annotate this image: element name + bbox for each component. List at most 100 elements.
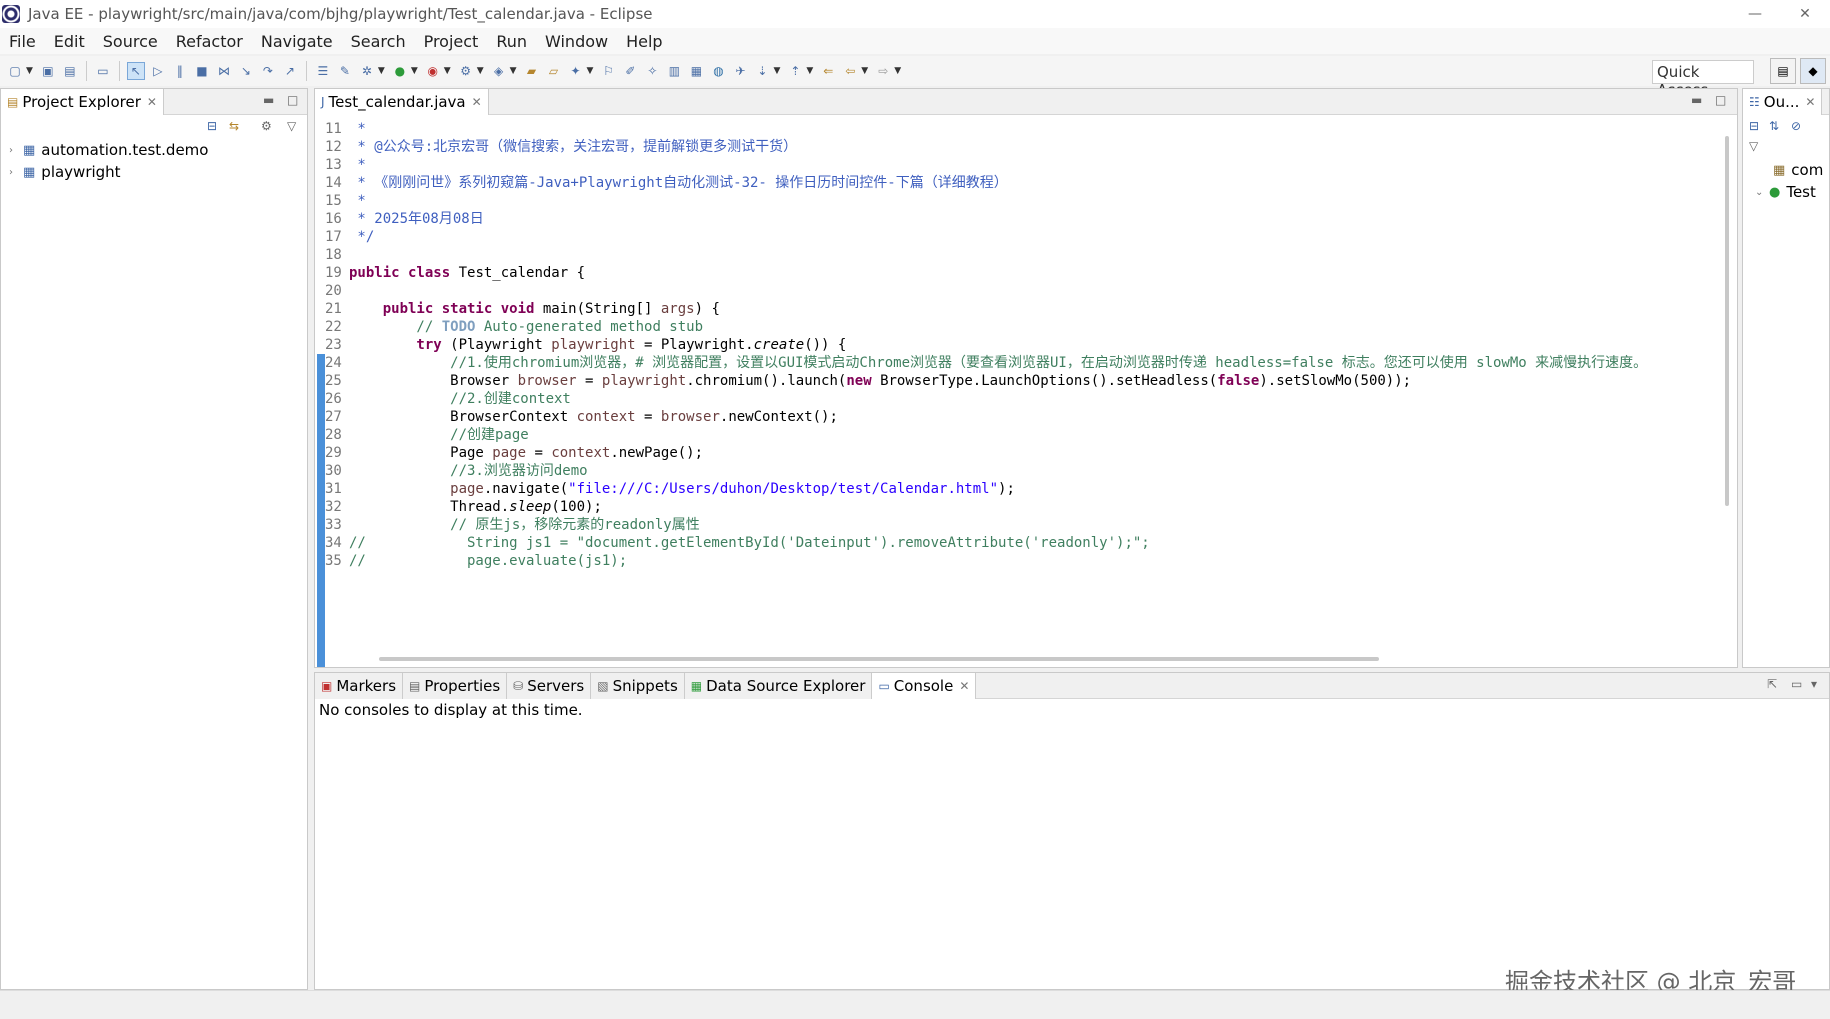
new-java-package-icon[interactable]: ◈	[490, 62, 508, 80]
menu-source[interactable]: Source	[94, 32, 167, 51]
outline-item-package[interactable]: ▦ com	[1743, 159, 1829, 181]
menu-search[interactable]: Search	[342, 32, 415, 51]
pin-console-icon[interactable]: ⇱	[1767, 677, 1777, 691]
step-into-icon[interactable]: ↘	[237, 62, 255, 80]
web-browser-icon[interactable]: ◍	[709, 62, 727, 80]
chevron-down-icon[interactable]: ▽	[1749, 139, 1758, 153]
menu-window[interactable]: Window	[536, 32, 617, 51]
toggle-mark-icon[interactable]: ✐	[621, 62, 639, 80]
tab-servers[interactable]: ⛁ Servers	[507, 672, 592, 699]
view-menu-icon[interactable]: ⚙	[261, 119, 272, 133]
menu-edit[interactable]: Edit	[45, 32, 94, 51]
outline-item-class[interactable]: ⌄ ● Test	[1743, 181, 1829, 203]
open-folder-icon[interactable]: ▱	[545, 62, 563, 80]
prev-annotation-icon[interactable]: ⇡	[786, 62, 804, 80]
forward-dropdown-icon[interactable]: ▼	[894, 66, 901, 76]
tab-console[interactable]: ▭ Console ✕	[872, 672, 977, 699]
forward-icon[interactable]: ⇨	[874, 62, 892, 80]
prev-annotation-dropdown-icon[interactable]: ▼	[806, 66, 813, 76]
tree-item-playwright[interactable]: › ▦ playwright	[1, 161, 307, 183]
new-dropdown-icon[interactable]: ▼	[26, 66, 33, 76]
search-dropdown-icon[interactable]: ▼	[587, 66, 594, 76]
step-return-icon[interactable]: ↗	[281, 62, 299, 80]
next-annotation-dropdown-icon[interactable]: ▼	[773, 66, 780, 76]
suspend-icon[interactable]: ‖	[171, 62, 189, 80]
show-whitespace-icon[interactable]: ▦	[687, 62, 705, 80]
sort-icon[interactable]: ⇅	[1769, 119, 1779, 133]
chevron-right-icon[interactable]: ›	[9, 145, 23, 156]
close-icon[interactable]: ✕	[147, 95, 157, 109]
menu-project[interactable]: Project	[415, 32, 488, 51]
run-icon[interactable]: ●	[391, 62, 409, 80]
terminate-icon[interactable]: ■	[193, 62, 211, 80]
tab-markers[interactable]: ▣ Markers	[315, 672, 404, 699]
vertical-scrollbar[interactable]	[1725, 136, 1729, 506]
menu-navigate[interactable]: Navigate	[252, 32, 342, 51]
disconnect-icon[interactable]: ⋈	[215, 62, 233, 80]
new-class-dropdown-icon[interactable]: ▼	[510, 66, 517, 76]
annotation-icon[interactable]: ⚐	[599, 62, 617, 80]
new-icon[interactable]: ▢	[6, 62, 24, 80]
tab-test-calendar-java[interactable]: J Test_calendar.java ✕	[315, 88, 489, 115]
tab-snippets[interactable]: ▧ Snippets	[591, 672, 685, 699]
open-console-icon[interactable]: ▭	[94, 62, 112, 80]
tab-project-explorer[interactable]: ▤ Project Explorer ✕	[1, 88, 164, 115]
code-editor[interactable]: 11 * 12 * @公众号:北京宏哥（微信搜索，关注宏哥，提前解锁更多测试干货…	[315, 116, 1737, 667]
collapse-all-icon[interactable]: ⊟	[207, 119, 217, 133]
last-edit-icon[interactable]: ⇐	[819, 62, 837, 80]
open-type-icon[interactable]: ▰	[523, 62, 541, 80]
tab-properties[interactable]: ▤ Properties	[403, 672, 508, 699]
chevron-down-icon[interactable]: ⌄	[1755, 187, 1769, 198]
menu-refactor[interactable]: Refactor	[167, 32, 252, 51]
chevron-down-icon[interactable]: ▽	[287, 119, 296, 133]
back-icon[interactable]: ⇦	[841, 62, 859, 80]
debug-icon[interactable]: ✲	[358, 62, 376, 80]
minimize-panel-icon[interactable]: ▬	[1691, 93, 1702, 107]
debug-dropdown-icon[interactable]: ▼	[378, 66, 385, 76]
external-tools-icon[interactable]: ⚙	[457, 62, 475, 80]
maximize-panel-icon[interactable]: □	[1715, 93, 1726, 107]
close-icon[interactable]: ✕	[959, 679, 969, 693]
resume-icon[interactable]: ▷	[149, 62, 167, 80]
step-over-icon[interactable]: ↷	[259, 62, 277, 80]
quick-access-input[interactable]: Quick Access	[1652, 60, 1754, 99]
minimize-panel-icon[interactable]: ▬	[263, 93, 274, 107]
tab-outline[interactable]: ☷ Ou... ✕	[1743, 88, 1823, 115]
save-all-icon[interactable]: ▤	[61, 62, 79, 80]
menu-run[interactable]: Run	[487, 32, 536, 51]
open-perspective-icon[interactable]: ▤	[1770, 58, 1796, 84]
java-ee-perspective-icon[interactable]: ◆	[1800, 58, 1826, 84]
editor-panel: J Test_calendar.java ✕ ▬ □ 11 * 12 * @公众…	[314, 88, 1738, 668]
close-icon[interactable]: ✕	[472, 95, 482, 109]
word-wrap-icon[interactable]: ✧	[643, 62, 661, 80]
chevron-down-icon[interactable]: ▾	[1811, 677, 1817, 691]
external-tools-dropdown-icon[interactable]: ▼	[477, 66, 484, 76]
close-icon[interactable]: ✕	[1805, 95, 1815, 109]
horizontal-scrollbar[interactable]	[379, 657, 1379, 661]
block-select-icon[interactable]: ▥	[665, 62, 683, 80]
display-console-icon[interactable]: ▭	[1791, 677, 1802, 691]
menu-help[interactable]: Help	[617, 32, 671, 51]
save-icon[interactable]: ▣	[39, 62, 57, 80]
task-icon[interactable]: ✎	[336, 62, 354, 80]
close-button[interactable]: ✕	[1780, 6, 1830, 22]
link-editor-icon[interactable]: ⇆	[229, 119, 239, 133]
run-dropdown-icon[interactable]: ▼	[411, 66, 418, 76]
next-annotation-icon[interactable]: ⇣	[753, 62, 771, 80]
open-task-icon[interactable]: ☰	[314, 62, 332, 80]
tab-data-source-explorer[interactable]: ▦ Data Source Explorer	[684, 672, 873, 699]
menu-file[interactable]: File	[0, 32, 45, 51]
chevron-right-icon[interactable]: ›	[9, 167, 23, 178]
back-dropdown-icon[interactable]: ▼	[861, 66, 868, 76]
skip-breakpoints-icon[interactable]: ↖	[126, 62, 145, 80]
coverage-dropdown-icon[interactable]: ▼	[444, 66, 451, 76]
coverage-icon[interactable]: ◉	[424, 62, 442, 80]
search-icon[interactable]: ✦	[567, 62, 585, 80]
collapse-all-icon[interactable]: ⊟	[1749, 119, 1759, 133]
minimize-button[interactable]: —	[1730, 6, 1780, 22]
hide-fields-icon[interactable]: ⊘	[1791, 119, 1801, 133]
window-title: Java EE - playwright/src/main/java/com/b…	[28, 5, 653, 23]
pin-icon[interactable]: ✈	[731, 62, 749, 80]
maximize-panel-icon[interactable]: □	[287, 93, 298, 107]
tree-item-automation-test-demo[interactable]: › ▦ automation.test.demo	[1, 139, 307, 161]
